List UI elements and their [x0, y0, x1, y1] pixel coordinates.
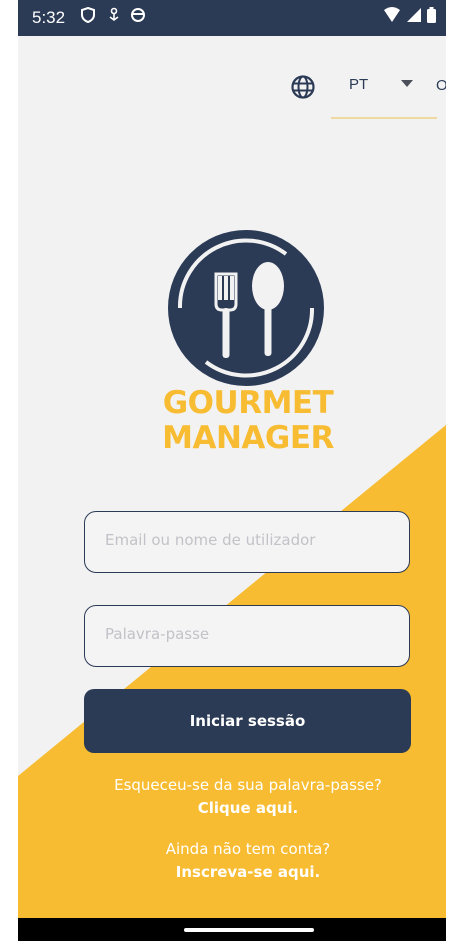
language-selector-row: PT OK — [18, 60, 446, 120]
usb-icon — [106, 7, 122, 23]
navigation-bar — [18, 918, 446, 941]
email-field[interactable] — [84, 511, 410, 573]
signup-text: Ainda não tem conta? — [165, 840, 331, 858]
language-dropdown-value: PT — [349, 76, 369, 93]
shield-icon — [80, 6, 96, 24]
language-dropdown[interactable]: PT — [331, 72, 437, 119]
forgot-password-text: Esqueceu-se da sua palavra-passe? — [114, 776, 382, 794]
brand-title-line1: GOURMET — [162, 385, 334, 421]
password-field[interactable] — [84, 605, 410, 667]
forgot-password-link[interactable]: Clique aqui. — [18, 797, 446, 820]
brand-title-line2: MANAGER — [162, 420, 334, 456]
fork-spoon-logo — [166, 228, 326, 388]
signup-block: Ainda não tem conta? Inscreva-se aqui. — [18, 838, 446, 884]
login-button[interactable]: Iniciar sessão — [84, 689, 411, 753]
language-ok-button[interactable]: OK — [436, 77, 446, 94]
password-input[interactable] — [103, 624, 397, 644]
signal-icon — [407, 7, 421, 28]
app-screen: 5:32 PT O GOURMET MANAGER Email ou nome … — [18, 0, 446, 941]
wifi-icon — [383, 6, 401, 28]
dropdown-arrow-icon — [401, 80, 413, 87]
signup-link[interactable]: Inscreva-se aqui. — [18, 861, 446, 884]
globe-icon — [290, 74, 316, 100]
status-right-icons — [383, 6, 436, 28]
status-bar: 5:32 — [18, 0, 446, 36]
email-input[interactable] — [103, 530, 397, 550]
home-gesture-handle[interactable] — [184, 928, 314, 932]
status-time: 5:32 — [32, 8, 66, 27]
battery-icon — [427, 6, 436, 28]
forgot-password-block: Esqueceu-se da sua palavra-passe? Clique… — [18, 774, 446, 820]
circle-icon — [130, 7, 146, 23]
